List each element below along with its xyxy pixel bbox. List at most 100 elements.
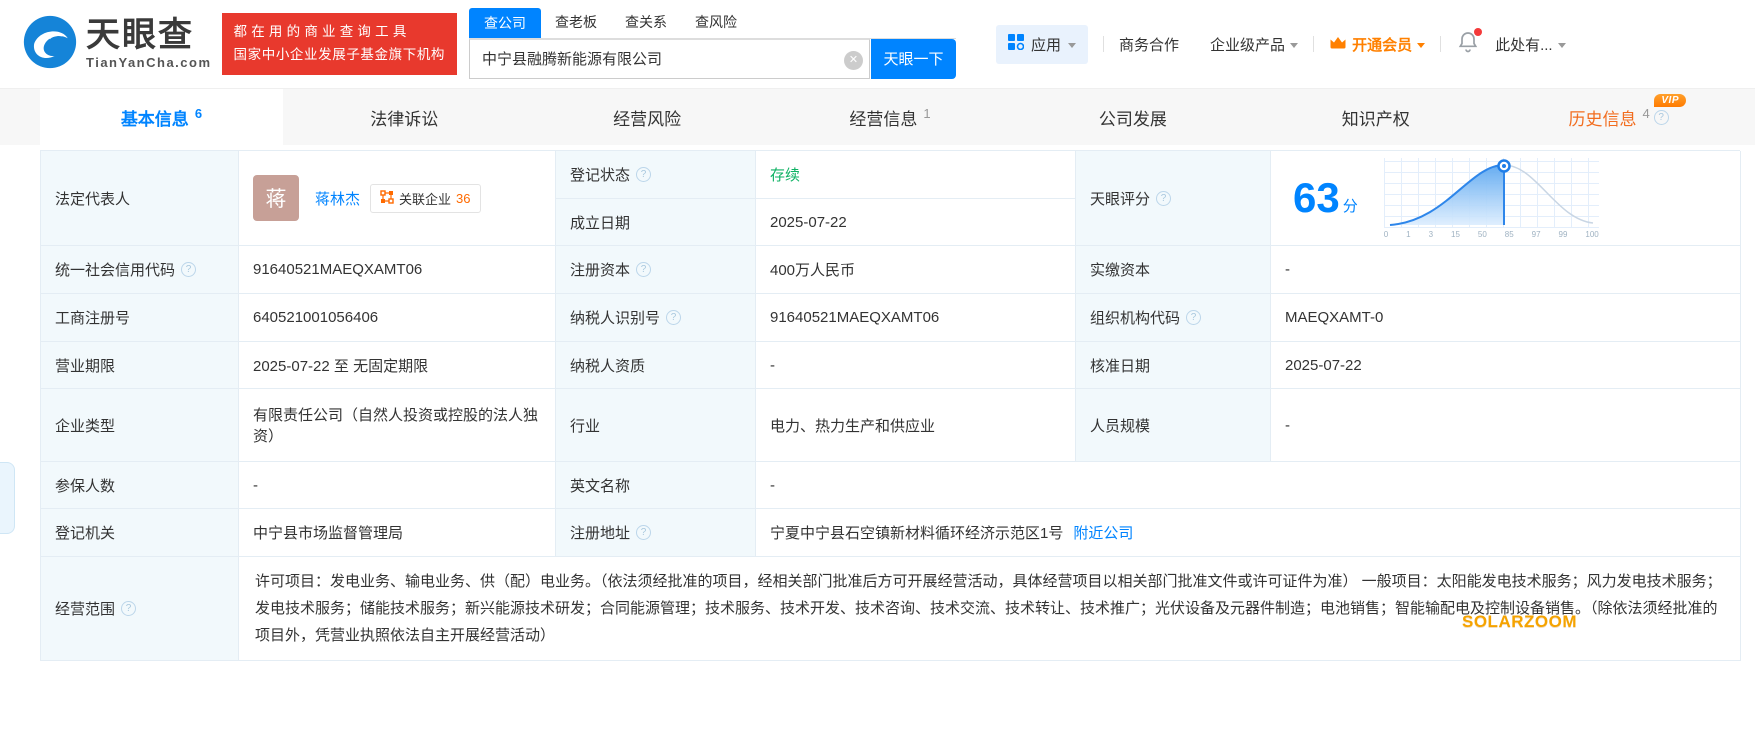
- label-business-scope: 经营范围: [41, 557, 239, 661]
- tab-label: 法律诉讼: [370, 109, 439, 129]
- cell-taxpayer-quality: -: [756, 342, 1076, 389]
- logo[interactable]: 天眼查 TianYanCha.com: [22, 14, 212, 75]
- label-text: 登记状态: [570, 167, 631, 184]
- insured-count-value: -: [253, 476, 258, 494]
- tab-intellectual-property[interactable]: 知识产权: [1254, 89, 1497, 145]
- search-tab-relation[interactable]: 查关系: [611, 12, 681, 38]
- search-tab-company[interactable]: 查公司: [469, 7, 542, 38]
- tick: 1: [1406, 229, 1411, 239]
- search-tabs: 查公司 查老板 查关系 查风险: [469, 7, 957, 39]
- legal-rep-link[interactable]: 蒋林杰: [315, 188, 360, 209]
- help-icon[interactable]: [636, 167, 652, 182]
- tab-label: 经营信息: [849, 109, 918, 129]
- score-unit: 分: [1342, 197, 1358, 215]
- nav-open-vip[interactable]: 开通会员: [1329, 34, 1426, 55]
- label-text: 经营范围: [55, 601, 116, 618]
- business-scope-value: 许可项目：发电业务、输电业务、供（配）电业务。（依法须经批准的项目，经相关部门批…: [255, 573, 1722, 644]
- label-text: 组织机构代码: [1090, 310, 1181, 327]
- english-name-value: -: [770, 476, 775, 494]
- related-companies-badge[interactable]: 关联企业 36: [370, 183, 481, 213]
- label-reg-address: 注册地址: [556, 509, 756, 557]
- nav-enterprise[interactable]: 企业级产品: [1210, 34, 1299, 55]
- help-icon[interactable]: [666, 310, 682, 325]
- help-icon[interactable]: [636, 525, 652, 540]
- tab-company-development[interactable]: 公司发展: [1011, 89, 1254, 145]
- help-icon[interactable]: [1156, 190, 1172, 206]
- tab-operation-info[interactable]: 经营信息 1: [769, 89, 1012, 145]
- tab-history-info[interactable]: VIP 历史信息 4: [1497, 89, 1740, 145]
- cell-reg-capital: 400万人民币: [756, 246, 1076, 294]
- reg-address-value: 宁夏中宁县石空镇新材料循环经济示范区1号: [770, 525, 1064, 542]
- divider: [1440, 36, 1442, 52]
- tick: 3: [1428, 229, 1434, 239]
- cell-reg-authority: 中宁县市场监督管理局: [239, 509, 556, 557]
- org-code-value: MAEQXAMT-0: [1285, 309, 1384, 326]
- label-est-date: 成立日期: [556, 199, 756, 246]
- cell-reg-status: 存续: [756, 151, 1076, 199]
- brand-name: 天眼查: [86, 16, 194, 54]
- label-text: 成立日期: [570, 214, 631, 232]
- logo-text: 天眼查 TianYanCha.com: [86, 18, 212, 70]
- chevron-down-icon: [1068, 42, 1077, 48]
- tab-count: 4: [1642, 105, 1650, 121]
- label-company-type: 企业类型: [41, 389, 239, 462]
- header: 天眼查 TianYanCha.com 都在用的商业查询工具 国家中小企业发展子基…: [0, 0, 1755, 88]
- help-icon[interactable]: [121, 601, 137, 616]
- cell-insured-count: -: [239, 462, 556, 509]
- label-reg-capital: 注册资本: [556, 246, 756, 294]
- tick: 85: [1504, 229, 1514, 239]
- banner-line1: 都在用的商业查询工具: [233, 24, 411, 40]
- label-text: 天眼评分: [1090, 190, 1151, 208]
- divider: [1313, 36, 1315, 52]
- cell-taxpayer-id: 91640521MAEQXAMT06: [756, 294, 1076, 342]
- tab-label: 历史信息: [1568, 109, 1637, 129]
- avatar[interactable]: 蒋: [253, 175, 299, 221]
- banner-line2: 国家中小企业发展子基金旗下机构: [233, 47, 446, 62]
- tab-operation-risk[interactable]: 经营风险: [526, 89, 769, 145]
- label-text: 统一社会信用代码: [55, 262, 176, 279]
- search-tab-risk[interactable]: 查风险: [681, 12, 751, 38]
- label-legal-rep: 法定代表人: [41, 151, 239, 246]
- vip-badge: VIP: [1654, 94, 1687, 107]
- label-taxpayer-id: 纳税人识别号: [556, 294, 756, 342]
- tab-count: 1: [923, 105, 931, 121]
- tick: 15: [1451, 229, 1460, 239]
- tick: 97: [1531, 229, 1541, 239]
- label-text: 纳税人识别号: [570, 310, 661, 327]
- label-tianyan-score: 天眼评分: [1076, 151, 1271, 246]
- help-icon[interactable]: [636, 262, 652, 277]
- search-input[interactable]: [469, 38, 871, 79]
- notification-bell-icon[interactable]: [1458, 28, 1483, 57]
- biz-term-value: 2025-07-22 至 无固定期限: [253, 357, 429, 375]
- label-text: 核准日期: [1090, 357, 1151, 375]
- staff-size-value: -: [1285, 416, 1290, 434]
- cell-legal-rep: 蒋 蒋林杰 关联企业 36: [239, 151, 556, 246]
- score-distribution-chart: 0 1 3 15 50 85 97 99 100: [1383, 157, 1599, 239]
- label-text: 参保人数: [55, 477, 116, 495]
- label-text: 行业: [570, 417, 601, 435]
- divider: [1103, 36, 1105, 52]
- score-value: 63: [1293, 174, 1340, 221]
- search-tab-boss[interactable]: 查老板: [541, 12, 611, 38]
- tab-legal-litigation[interactable]: 法律诉讼: [283, 89, 526, 145]
- user-menu[interactable]: 此处有...: [1495, 34, 1566, 55]
- help-icon[interactable]: [1653, 109, 1669, 125]
- chevron-down-icon: [1290, 42, 1299, 48]
- help-icon[interactable]: [181, 262, 197, 277]
- tick: 0: [1383, 229, 1389, 239]
- search-button[interactable]: 天眼一下: [871, 38, 957, 79]
- label-biz-term: 营业期限: [41, 342, 239, 389]
- side-widget-handle[interactable]: [0, 462, 15, 534]
- tianyancha-page: 天眼查 TianYanCha.com 都在用的商业查询工具 国家中小企业发展子基…: [0, 0, 1755, 738]
- label-text: 纳税人资质: [570, 357, 646, 375]
- cell-staff-size: -: [1271, 389, 1741, 462]
- tab-basic-info[interactable]: 基本信息 6: [40, 89, 283, 145]
- nav-cooperation[interactable]: 商务合作: [1119, 34, 1179, 55]
- help-icon[interactable]: [1186, 310, 1202, 325]
- label-reg-authority: 登记机关: [41, 509, 239, 557]
- label-reg-status: 登记状态: [556, 151, 756, 199]
- label-industry: 行业: [556, 389, 756, 462]
- apps-menu[interactable]: 应用: [996, 24, 1089, 64]
- nearby-companies-link[interactable]: 附近公司: [1073, 522, 1133, 543]
- clear-search-icon[interactable]: ✕: [844, 50, 864, 70]
